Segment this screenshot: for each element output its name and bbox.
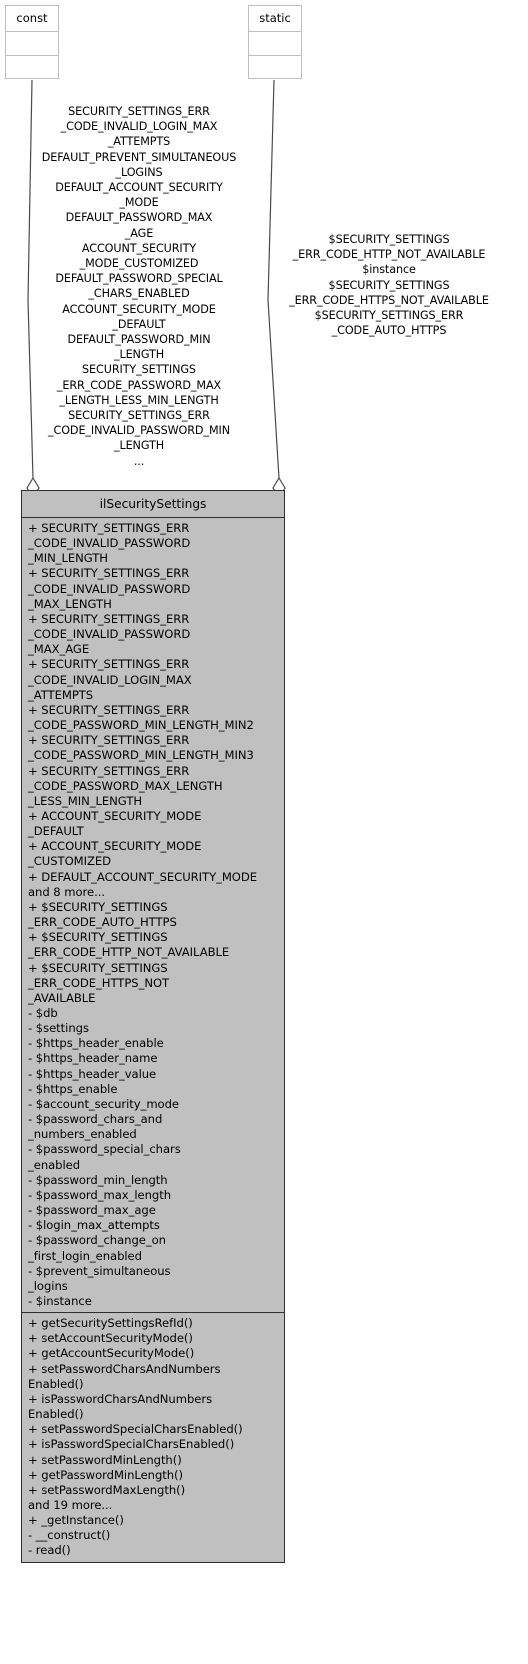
stereotype-box-static-methods xyxy=(249,56,301,80)
edge-label-static: $SECURITY_SETTINGS _ERR_CODE_HTTP_NOT_AV… xyxy=(289,233,489,338)
class-attribute: - $https_header_name xyxy=(28,1051,158,1066)
class-method: + setPasswordMinLength() xyxy=(28,1452,182,1467)
class-attribute: + $SECURITY_SETTINGS _ERR_CODE_HTTPS_NOT… xyxy=(28,960,170,1005)
class-methods-compartment: + getSecuritySettingsRefId() + setAccount… xyxy=(22,1313,284,1562)
class-attribute: - $https_header_enable xyxy=(28,1036,164,1051)
stereotype-box-const-title: const xyxy=(6,6,58,32)
class-method: + setPasswordCharsAndNumbers Enabled() xyxy=(28,1361,221,1391)
class-attribute: - $prevent_simultaneous _logins xyxy=(28,1263,171,1293)
class-method: + isPasswordCharsAndNumbers Enabled() xyxy=(28,1391,213,1422)
class-attribute: - $instance xyxy=(28,1293,92,1308)
stereotype-box-const-attributes xyxy=(6,32,58,56)
class-attribute: - $password_max_length xyxy=(28,1187,171,1202)
class-method: + getSecuritySettingsRefId() xyxy=(28,1316,193,1331)
class-attribute: + $SECURITY_SETTINGS _ERR_CODE_AUTO_HTTP… xyxy=(28,899,177,930)
stereotype-box-static[interactable]: static xyxy=(248,5,302,79)
class-attribute: - $https_enable xyxy=(28,1081,118,1096)
class-method: + setPasswordSpecialCharsEnabled() xyxy=(28,1422,243,1437)
class-attribute: + ACCOUNT_SECURITY_MODE _DEFAULT xyxy=(28,808,202,839)
class-attribute: + ACCOUNT_SECURITY_MODE _CUSTOMIZED xyxy=(28,839,202,869)
class-method: and 19 more... xyxy=(28,1498,113,1512)
class-attribute: - $db xyxy=(28,1006,58,1020)
class-attribute: - $password_chars_and _numbers_enabled xyxy=(28,1112,163,1142)
class-attributes-compartment: + SECURITY_SETTINGS_ERR _CODE_INVALID_PA… xyxy=(22,518,284,1314)
class-box-ilsecuritysettings[interactable]: ilSecuritySettings + SECURITY_SETTINGS_E… xyxy=(21,490,285,1563)
class-attribute: + $SECURITY_SETTINGS _ERR_CODE_HTTP_NOT_… xyxy=(28,930,230,960)
class-attribute: + SECURITY_SETTINGS_ERR _CODE_PASSWORD_M… xyxy=(28,733,254,763)
class-attribute: + SECURITY_SETTINGS_ERR _CODE_PASSWORD_M… xyxy=(28,763,223,808)
class-attribute: + SECURITY_SETTINGS_ERR _CODE_INVALID_PA… xyxy=(28,521,191,566)
class-method: - __construct() xyxy=(28,1528,111,1543)
stereotype-box-static-attributes xyxy=(249,32,301,56)
class-method: + isPasswordSpecialCharsEnabled() xyxy=(28,1437,235,1452)
class-attribute: + SECURITY_SETTINGS_ERR _CODE_INVALID_PA… xyxy=(28,611,191,657)
class-method: + setPasswordMaxLength() xyxy=(28,1482,186,1497)
stereotype-box-const-methods xyxy=(6,56,58,80)
class-method: - read() xyxy=(28,1543,71,1558)
class-attribute: - $password_change_on _first_login_enabl… xyxy=(28,1233,166,1263)
class-attribute: - $login_max_attempts xyxy=(28,1218,160,1233)
class-method: + getPasswordMinLength() xyxy=(28,1467,183,1482)
stereotype-box-static-title: static xyxy=(249,6,301,32)
class-attribute: + SECURITY_SETTINGS_ERR _CODE_PASSWORD_M… xyxy=(28,702,254,733)
class-attribute: - $settings xyxy=(28,1021,89,1036)
class-attribute: + SECURITY_SETTINGS_ERR _CODE_INVALID_PA… xyxy=(28,566,191,611)
class-attribute: - $password_max_age xyxy=(28,1203,156,1218)
class-attribute: - $password_special_chars _enabled xyxy=(28,1142,181,1172)
uml-diagram-canvas: const static SECURITY_SETTINGS_ERR _CODE… xyxy=(0,0,528,1664)
class-method: + getAccountSecurityMode() xyxy=(28,1346,195,1361)
class-attribute: + DEFAULT_ACCOUNT_SECURITY_MODE xyxy=(28,869,258,884)
class-attribute: - $https_header_value xyxy=(28,1066,157,1081)
edge-label-const: SECURITY_SETTINGS_ERR _CODE_INVALID_LOGI… xyxy=(41,105,237,468)
class-name: ilSecuritySettings xyxy=(22,491,284,518)
class-attribute: - $password_min_length xyxy=(28,1172,168,1187)
class-attribute: and 8 more... xyxy=(28,884,105,899)
class-attribute: + SECURITY_SETTINGS_ERR _CODE_INVALID_LO… xyxy=(28,657,192,702)
class-attribute: - $account_security_mode xyxy=(28,1096,179,1111)
class-method: + setAccountSecurityMode() xyxy=(28,1331,193,1346)
class-method: + _getInstance() xyxy=(28,1513,124,1528)
stereotype-box-const[interactable]: const xyxy=(5,5,59,79)
